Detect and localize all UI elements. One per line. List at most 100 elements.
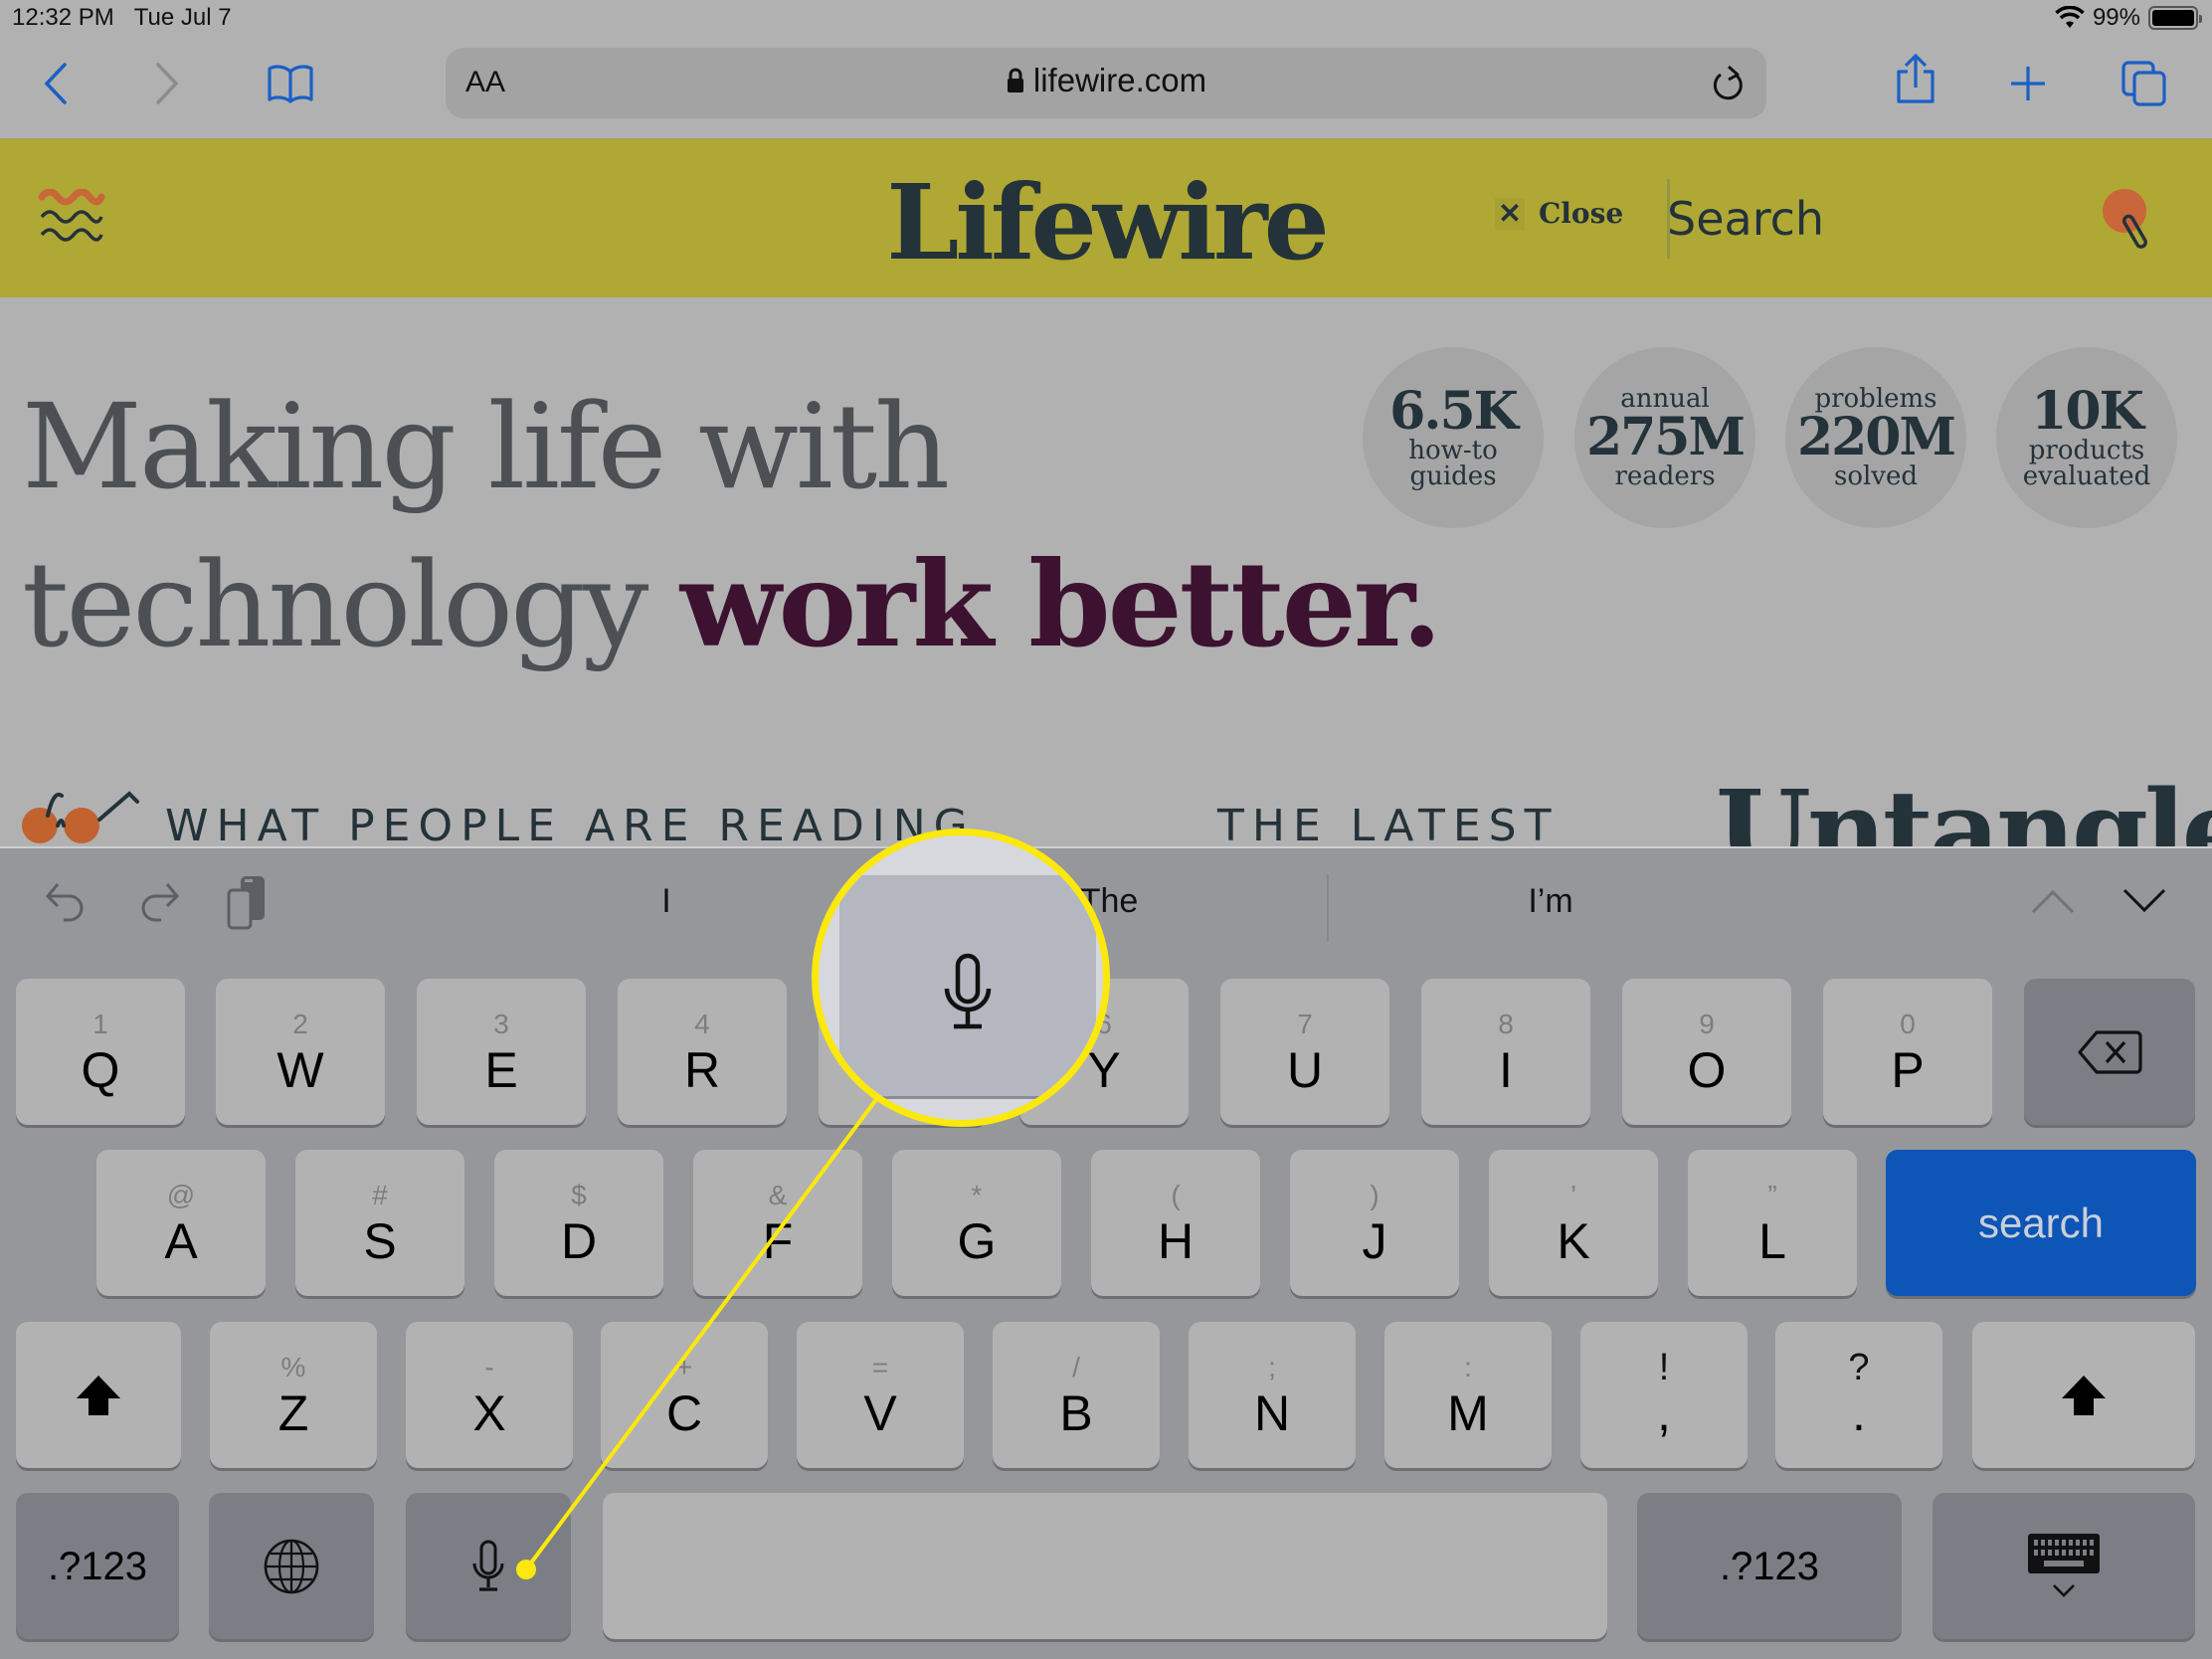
site-header: Lifewire ✕ Close — [0, 139, 2212, 297]
key-primary-label: A — [164, 1212, 198, 1269]
key-q[interactable]: 1Q — [16, 979, 185, 1125]
stat-badge: problems 220M solved — [1785, 347, 1966, 528]
previous-field-button[interactable] — [2031, 888, 2075, 919]
delete-key[interactable] — [2024, 979, 2195, 1125]
search-key-label: search — [1977, 1198, 2105, 1246]
share-button[interactable] — [1890, 54, 1941, 105]
forward-button[interactable] — [141, 58, 193, 109]
key-primary-label: G — [957, 1212, 997, 1269]
globe-key[interactable] — [209, 1493, 374, 1639]
key-s[interactable]: # S — [295, 1150, 464, 1296]
search-submit-button[interactable] — [2101, 187, 2156, 258]
key-l[interactable]: ” L — [1688, 1150, 1857, 1296]
dictation-key[interactable] — [406, 1493, 571, 1639]
globe-icon — [264, 1539, 319, 1593]
key-d[interactable]: $ D — [494, 1150, 663, 1296]
key-secondary-label: - — [484, 1351, 494, 1382]
key-secondary-label: 8 — [1498, 1008, 1514, 1039]
address-bar[interactable]: AA lifewire.com — [446, 48, 1766, 118]
section-untangled[interactable]: Untangled — [1716, 766, 2212, 846]
key-comma[interactable]: !, — [1580, 1322, 1748, 1468]
numbers-key-right[interactable]: .?123 — [1637, 1493, 1902, 1639]
key-z[interactable]: % Z — [210, 1322, 377, 1468]
key-secondary-label: * — [971, 1179, 983, 1210]
suggestion-3[interactable]: I’m — [1436, 882, 1665, 921]
back-button[interactable] — [30, 58, 82, 109]
book-icon — [268, 65, 313, 103]
key-k[interactable]: ’ K — [1489, 1150, 1658, 1296]
key-o[interactable]: 9O — [1622, 979, 1791, 1125]
section-the-latest[interactable]: THE LATEST — [1217, 801, 1559, 851]
reload-icon — [1713, 65, 1743, 100]
redo-button[interactable] — [135, 876, 181, 931]
key-secondary-label: 0 — [1900, 1008, 1916, 1039]
bookmarks-button[interactable] — [265, 58, 316, 109]
key-secondary-label: + — [675, 1351, 693, 1382]
tabs-button[interactable] — [2119, 58, 2170, 109]
key-secondary-label: ’ — [1569, 1179, 1577, 1210]
suggestion-1[interactable]: I — [557, 882, 776, 921]
next-field-button[interactable] — [2122, 888, 2166, 919]
status-date: Tue Jul 7 — [133, 4, 232, 31]
key-x[interactable]: -X — [406, 1322, 573, 1468]
share-icon — [1897, 54, 1935, 103]
chevron-left-icon — [44, 63, 67, 104]
section-what-people-are-reading[interactable]: WHAT PEOPLE ARE READING — [165, 801, 976, 851]
key-b[interactable]: / B — [993, 1322, 1160, 1468]
paste-button[interactable] — [225, 874, 271, 935]
key-i[interactable]: 8I — [1421, 979, 1590, 1125]
space-bar[interactable] — [603, 1493, 1607, 1639]
key-secondary-label: 1 — [92, 1008, 108, 1039]
key-primary-label: L — [1758, 1212, 1786, 1269]
site-search-input[interactable] — [1667, 189, 2065, 249]
key-n[interactable]: ; N — [1189, 1322, 1356, 1468]
key-u[interactable]: 7U — [1220, 979, 1389, 1125]
key-primary-label: I — [1499, 1041, 1513, 1098]
key-secondary-label: : — [1464, 1351, 1472, 1382]
key-g[interactable]: * G — [892, 1150, 1061, 1296]
key-primary-label: W — [276, 1041, 324, 1098]
undo-button[interactable] — [44, 876, 90, 931]
key-a[interactable]: @ A — [96, 1150, 266, 1296]
key-j[interactable]: ) J — [1290, 1150, 1459, 1296]
magnifier-callout — [812, 829, 1110, 1127]
key-primary-label: B — [1059, 1384, 1093, 1441]
key-primary-label: P — [1891, 1041, 1925, 1098]
url-display[interactable]: lifewire.com — [446, 62, 1766, 99]
key-secondary-label: # — [372, 1179, 388, 1210]
key-p[interactable]: 0P — [1823, 979, 1992, 1125]
hero-headline-line-2: technology work better. — [22, 535, 1442, 673]
key-period[interactable]: ?. — [1775, 1322, 1942, 1468]
right-shift-key[interactable] — [1972, 1322, 2195, 1468]
key-secondary-label: ? — [1848, 1346, 1870, 1388]
key-r[interactable]: 4R — [618, 979, 787, 1125]
key-secondary-label: 3 — [493, 1008, 509, 1039]
reload-button[interactable] — [1711, 64, 1747, 108]
status-time: 12:32 PM — [12, 4, 114, 31]
key-v[interactable]: = V — [797, 1322, 964, 1468]
key-secondary-label: $ — [571, 1179, 587, 1210]
numbers-key-left[interactable]: .?123 — [16, 1493, 179, 1639]
numbers-key-label: .?123 — [1719, 1544, 1820, 1588]
left-shift-key[interactable] — [16, 1322, 181, 1468]
key-e[interactable]: 3E — [417, 979, 586, 1125]
suggestion-divider — [1327, 874, 1329, 942]
chevron-up-icon — [2031, 889, 2075, 914]
key-primary-label: U — [1286, 1041, 1324, 1098]
close-icon: ✕ — [1495, 197, 1525, 230]
key-m[interactable]: :M — [1384, 1322, 1552, 1468]
key-secondary-label: & — [768, 1179, 788, 1210]
tabs-icon — [2121, 61, 2166, 106]
key-h[interactable]: (H — [1091, 1150, 1260, 1296]
key-c[interactable]: + C — [601, 1322, 768, 1468]
key-f[interactable]: & F — [693, 1150, 862, 1296]
shift-icon — [2062, 1375, 2106, 1415]
stat-caption: solved — [1833, 461, 1919, 491]
close-search-button[interactable]: ✕ Close — [1495, 197, 1623, 230]
new-tab-button[interactable] — [2002, 58, 2054, 109]
search-icon — [2103, 189, 2147, 249]
search-return-key[interactable]: search — [1886, 1150, 2196, 1296]
hide-keyboard-key[interactable] — [1933, 1493, 2195, 1639]
key-w[interactable]: 2W — [216, 979, 385, 1125]
key-primary-label: R — [683, 1041, 721, 1098]
